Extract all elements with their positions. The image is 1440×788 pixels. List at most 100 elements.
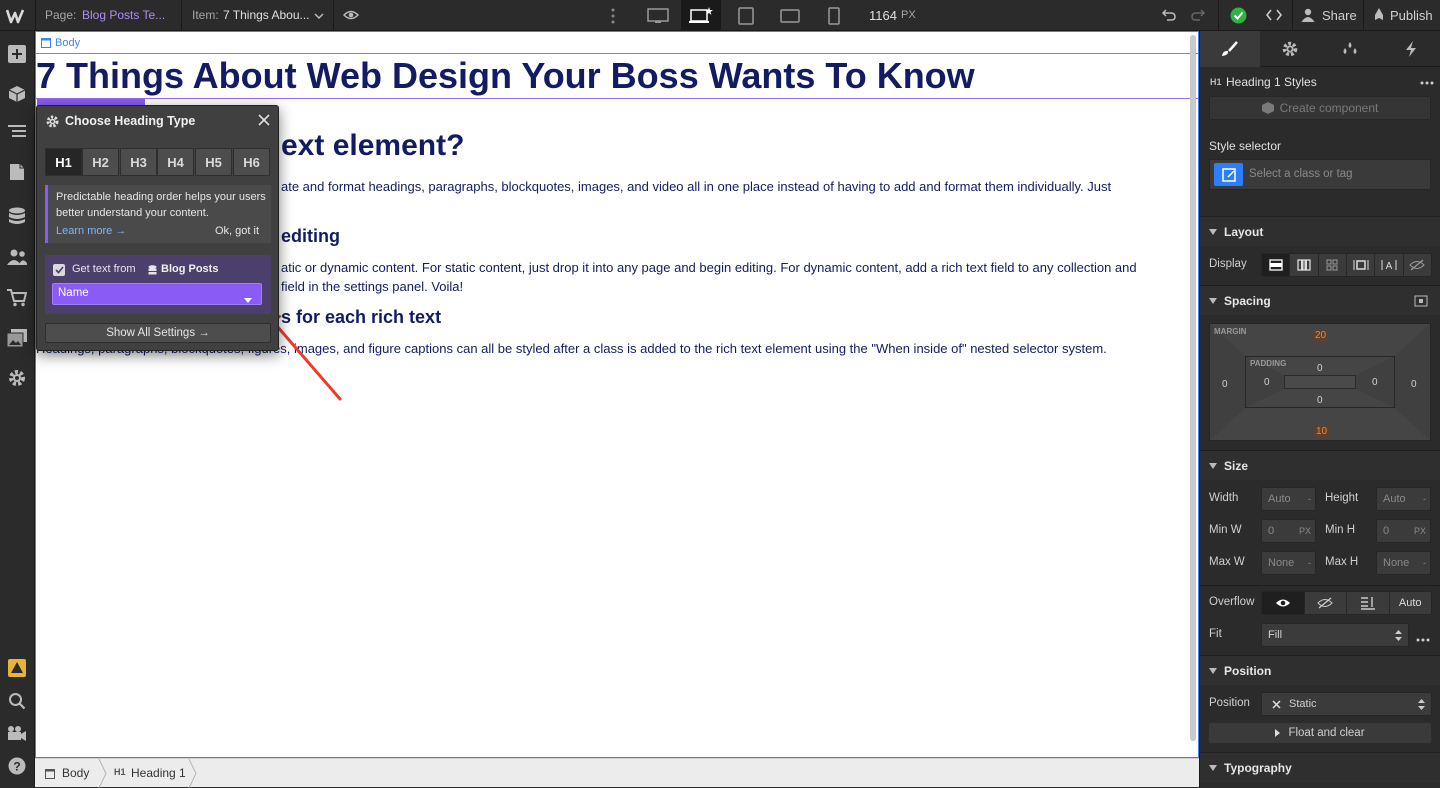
search-icon[interactable] [7,691,27,711]
publish-rocket-icon[interactable] [1372,8,1386,25]
ecommerce-icon[interactable] [7,288,27,308]
users-icon[interactable] [7,247,27,267]
breadcrumb-body[interactable]: Body [62,766,89,780]
tab-h5[interactable]: H5 [195,148,232,176]
tab-h2[interactable]: H2 [82,148,119,176]
fit-label: Fit [1209,628,1222,640]
style-brush-icon[interactable] [1200,31,1260,67]
max-width-label: Max W [1209,556,1245,568]
collection-cms-icon [148,264,157,278]
element-styles-title: Heading 1 Styles [1226,75,1317,89]
margin-right-value[interactable]: 0 [1411,379,1417,390]
webflow-logo-icon[interactable] [5,6,28,26]
pages-icon[interactable] [7,162,27,182]
padding-top-value[interactable]: 0 [1317,363,1323,374]
canvas-width-value[interactable]: 1164 [869,0,897,31]
more-vertical-icon[interactable] [611,7,615,28]
margin-top-value[interactable]: 20 [1313,330,1329,341]
ok-got-it-button[interactable]: Ok, got it [215,225,259,237]
share-button[interactable]: Share [1322,0,1357,31]
undo-icon[interactable] [1161,7,1177,26]
height-input[interactable]: Auto - [1376,487,1431,511]
fit-more-icon[interactable] [1416,632,1430,646]
settings-icon[interactable] [7,368,27,388]
display-none-icon[interactable] [1404,254,1431,276]
display-block-icon[interactable] [1262,254,1291,276]
spacing-preset-icon[interactable] [1414,295,1428,310]
field-select[interactable]: Name [52,283,262,305]
fit-select[interactable]: Fill [1261,623,1409,647]
cms-icon[interactable] [7,206,27,226]
assets-icon[interactable] [7,328,27,348]
cube-icon[interactable] [7,84,27,104]
width-input[interactable]: Auto - [1261,487,1316,511]
position-section-header[interactable]: Position [1200,655,1440,685]
learn-more-link[interactable]: Learn more → [56,225,126,237]
close-icon[interactable] [258,114,270,129]
margin-bottom-value[interactable]: 10 [1314,426,1330,437]
padding-left-value[interactable]: 0 [1264,377,1270,388]
tab-h1[interactable]: H1 [45,148,82,176]
overflow-hidden-icon[interactable] [1305,592,1347,614]
top-bar: Page: Blog Posts Te... Item: 7 Things Ab… [0,0,1440,31]
publish-button[interactable]: Publish [1390,0,1433,31]
spacing-section-header[interactable]: Spacing [1200,285,1440,315]
min-height-input[interactable]: 0 PX [1376,519,1431,543]
item-selector[interactable]: 7 Things Abou... [223,0,310,31]
layout-section-header[interactable]: Layout [1200,216,1440,246]
create-component-button[interactable]: Create component [1209,96,1431,120]
page-selector[interactable]: Blog Posts Te... [82,0,165,31]
max-height-input[interactable]: None - [1376,551,1431,575]
desktop-breakpoint-icon[interactable] [681,0,721,31]
min-width-input[interactable]: 0 PX [1261,519,1316,543]
status-check-icon[interactable] [1230,7,1247,27]
mobile-landscape-breakpoint-icon[interactable] [770,0,810,31]
padding-right-value[interactable]: 0 [1372,377,1378,388]
show-all-settings-button[interactable]: Show All Settings → [45,323,271,343]
size-section-header[interactable]: Size [1200,450,1440,480]
warning-icon[interactable] [7,658,27,678]
overflow-label: Overflow [1209,596,1255,608]
navigator-icon[interactable] [7,122,27,142]
padding-bottom-value[interactable]: 0 [1317,395,1323,406]
overflow-visible-icon[interactable] [1262,592,1305,614]
display-inline-block-icon[interactable] [1347,254,1376,276]
style-selector-input[interactable]: Select a class or tag [1209,159,1431,190]
panel-tabs [1200,31,1440,67]
typography-section-header[interactable]: Typography [1200,752,1440,782]
tablet-breakpoint-icon[interactable] [726,0,766,31]
chevron-down-icon[interactable] [314,10,324,24]
breadcrumb-heading-1[interactable]: Heading 1 [131,766,186,780]
float-and-clear-toggle[interactable]: Float and clear [1209,723,1431,743]
code-icon[interactable] [1265,8,1283,25]
tab-h6[interactable]: H6 [233,148,270,176]
position-select[interactable]: Static [1261,692,1432,716]
canvas-scrollbar[interactable] [1190,35,1196,741]
drops-icon[interactable] [1320,31,1380,67]
get-text-checkbox[interactable] [53,264,65,276]
tab-h3[interactable]: H3 [120,148,157,176]
body-element-label[interactable]: Body [41,37,80,49]
display-grid-icon[interactable] [1319,254,1347,276]
mobile-portrait-breakpoint-icon[interactable] [814,0,854,31]
max-width-input[interactable]: None - [1261,551,1316,575]
display-inline-icon[interactable]: A [1375,254,1404,276]
desktop-large-breakpoint-icon[interactable] [638,0,678,31]
lightning-icon[interactable] [1380,31,1440,67]
preview-eye-icon[interactable] [342,8,360,25]
display-flex-icon[interactable] [1290,254,1319,276]
selector-type-icon[interactable] [1214,163,1243,186]
redo-icon[interactable] [1190,7,1206,26]
more-options-icon[interactable] [1420,75,1434,89]
gear-icon[interactable] [1260,31,1320,67]
overflow-scroll-icon[interactable] [1347,592,1390,614]
add-icon[interactable] [7,44,27,64]
help-icon[interactable]: ? [7,756,27,776]
tab-h4[interactable]: H4 [157,148,194,176]
overflow-auto-button[interactable]: Auto [1390,592,1432,614]
margin-left-value[interactable]: 0 [1222,379,1228,390]
heading-1[interactable]: 7 Things About Web Design Your Boss Want… [36,54,975,98]
share-user-icon[interactable] [1301,8,1315,25]
choose-heading-type-panel: Choose Heading Type H1 H2 H3 H4 H5 H6 Pr… [36,105,279,351]
video-icon[interactable] [7,723,27,743]
